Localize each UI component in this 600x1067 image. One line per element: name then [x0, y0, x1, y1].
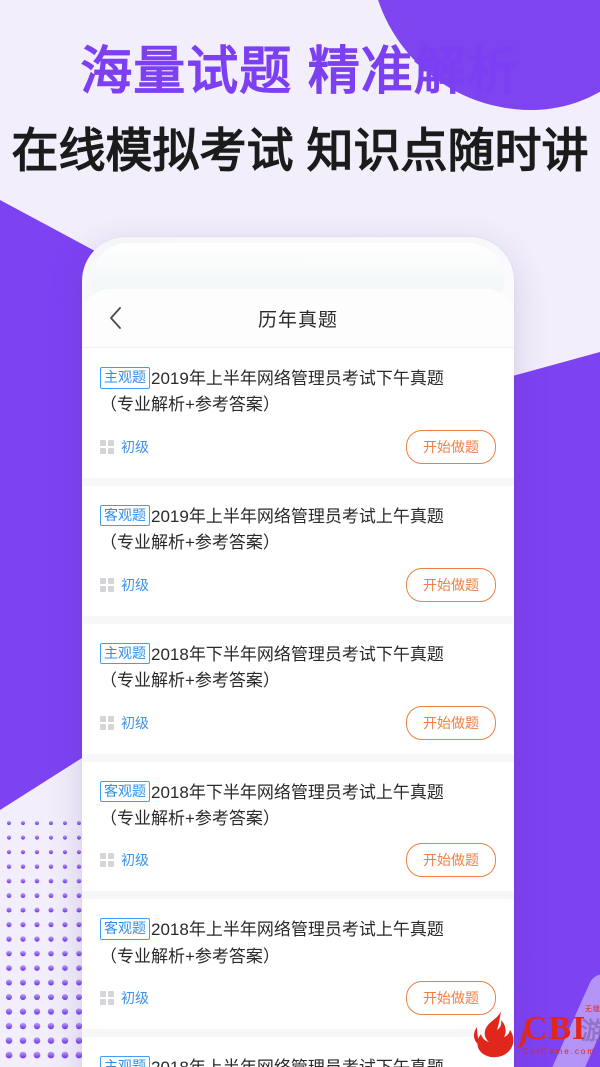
promo-screenshot: 海量试题 精准解析 在线模拟考试 知识点随时讲 历年真题 主观题 2019年上半年…: [0, 0, 600, 1067]
level-group: 初级: [100, 437, 149, 457]
level-group: 初级: [100, 850, 149, 870]
type-badge: 客观题: [100, 918, 150, 940]
phone-mockup: 历年真题 主观题 2019年上半年网络管理员考试下午真题 （专业解析+参考答案） 初级…: [82, 237, 514, 1067]
level-label: 初级: [121, 852, 149, 869]
list-item[interactable]: 客观题 2019年上半年网络管理员考试上午真题 （专业解析+参考答案） 初级 开始做题: [82, 486, 514, 624]
watermark-url: CbiGame.com: [522, 1047, 596, 1056]
page-title: 历年真题: [257, 309, 338, 331]
start-exam-button[interactable]: 开始做题: [406, 843, 496, 878]
list-item[interactable]: 主观题 2018年下半年网络管理员考试下午真题 （专业解析+参考答案） 初级 开始做题: [82, 624, 514, 762]
level-group: 初级: [100, 713, 149, 733]
grid-icon: [100, 991, 114, 1006]
item-subtitle: （专业解析+参考答案）: [100, 671, 280, 691]
grid-icon: [100, 439, 114, 454]
item-heading: 客观题 2019年上半年网络管理员考试上午真题 （专业解析+参考答案）: [100, 504, 496, 556]
item-subtitle: （专业解析+参考答案）: [100, 946, 280, 966]
item-title: 2018年上半年网络管理员考试下午真题: [151, 1058, 444, 1067]
item-title: 2019年上半年网络管理员考试上午真题: [151, 506, 444, 526]
phone-screen: 历年真题 主观题 2019年上半年网络管理员考试下午真题 （专业解析+参考答案） 初级…: [82, 289, 514, 1067]
item-footer: 初级 开始做题: [100, 567, 496, 602]
list-item[interactable]: 主观题2018年上半年网络管理员考试下午真题（专业解析+参考答案）初级开始做题: [82, 1037, 514, 1067]
item-heading: 客观题 2018年上半年网络管理员考试上午真题 （专业解析+参考答案）: [100, 917, 496, 969]
grid-icon: [100, 853, 114, 868]
list-item[interactable]: 客观题 2018年下半年网络管理员考试上午真题 （专业解析+参考答案） 初级 开始做题: [82, 762, 514, 900]
level-label: 初级: [121, 576, 149, 593]
level-label: 初级: [121, 990, 149, 1007]
chevron-left-icon: [110, 307, 121, 329]
item-title: 2018年上半年网络管理员考试上午真题: [151, 920, 444, 940]
list-item[interactable]: 客观题 2018年上半年网络管理员考试上午真题 （专业解析+参考答案） 初级 开始做题: [82, 899, 514, 1038]
item-footer: 初级 开始做题: [100, 705, 496, 740]
grid-icon: [100, 577, 114, 592]
headline-secondary: 在线模拟考试 知识点随时讲: [11, 124, 589, 178]
item-title: 2018年下半年网络管理员考试下午真题: [151, 644, 444, 664]
item-subtitle: （专业解析+参考答案）: [100, 395, 280, 415]
grid-icon: [100, 715, 114, 730]
start-exam-button[interactable]: 开始做题: [406, 567, 496, 602]
list-item[interactable]: 主观题 2019年上半年网络管理员考试下午真题 （专业解析+参考答案） 初级 开始做题: [82, 348, 514, 486]
item-heading: 客观题 2018年下半年网络管理员考试上午真题 （专业解析+参考答案）: [100, 780, 496, 832]
item-title: 2019年上半年网络管理员考试下午真题: [151, 369, 444, 388]
level-label: 初级: [121, 438, 149, 455]
start-exam-button[interactable]: 开始做题: [406, 705, 496, 740]
item-footer: 初级 开始做题: [100, 843, 496, 878]
type-badge: 客观题: [100, 504, 150, 527]
item-footer: 初级 开始做题: [100, 429, 496, 464]
watermark-text: 无缝准牌改良 CBI 游戏天地 CbiGame.com: [522, 1006, 600, 1056]
type-badge: 主观题: [100, 367, 150, 389]
type-badge: 客观题: [100, 780, 150, 803]
item-heading: 主观题 2019年上半年网络管理员考试下午真题 （专业解析+参考答案）: [100, 366, 496, 418]
level-label: 初级: [121, 714, 149, 731]
watermark-tagline: 无缝准牌改良: [584, 1006, 600, 1013]
start-exam-button[interactable]: 开始做题: [406, 429, 496, 464]
type-badge: 主观题: [100, 642, 150, 665]
item-heading: 主观题 2018年下半年网络管理员考试下午真题 （专业解析+参考答案）: [100, 642, 496, 694]
back-button[interactable]: [100, 303, 130, 333]
level-group: 初级: [100, 575, 149, 595]
item-subtitle: （专业解析+参考答案）: [100, 808, 280, 828]
flame-icon: [473, 1011, 526, 1058]
item-heading: 主观题2018年上半年网络管理员考试下午真题（专业解析+参考答案）: [100, 1055, 496, 1067]
watermark: 无缝准牌改良 CBI 游戏天地 CbiGame.com: [471, 1006, 600, 1061]
watermark-brand-cn: 游戏天地: [580, 1018, 600, 1045]
exam-list: 主观题 2019年上半年网络管理员考试下午真题 （专业解析+参考答案） 初级 开始做题客…: [82, 348, 514, 1067]
item-footer: 初级 开始做题: [100, 981, 496, 1016]
type-badge: 主观题: [100, 1056, 150, 1067]
headline-primary: 海量试题 精准解析: [80, 43, 520, 101]
app-header: 历年真题: [82, 289, 514, 348]
item-title: 2018年下半年网络管理员考试上午真题: [151, 782, 444, 802]
promo-headline: 海量试题 精准解析 在线模拟考试 知识点随时讲: [0, 42, 600, 180]
item-subtitle: （专业解析+参考答案）: [100, 533, 280, 553]
level-group: 初级: [100, 988, 149, 1008]
